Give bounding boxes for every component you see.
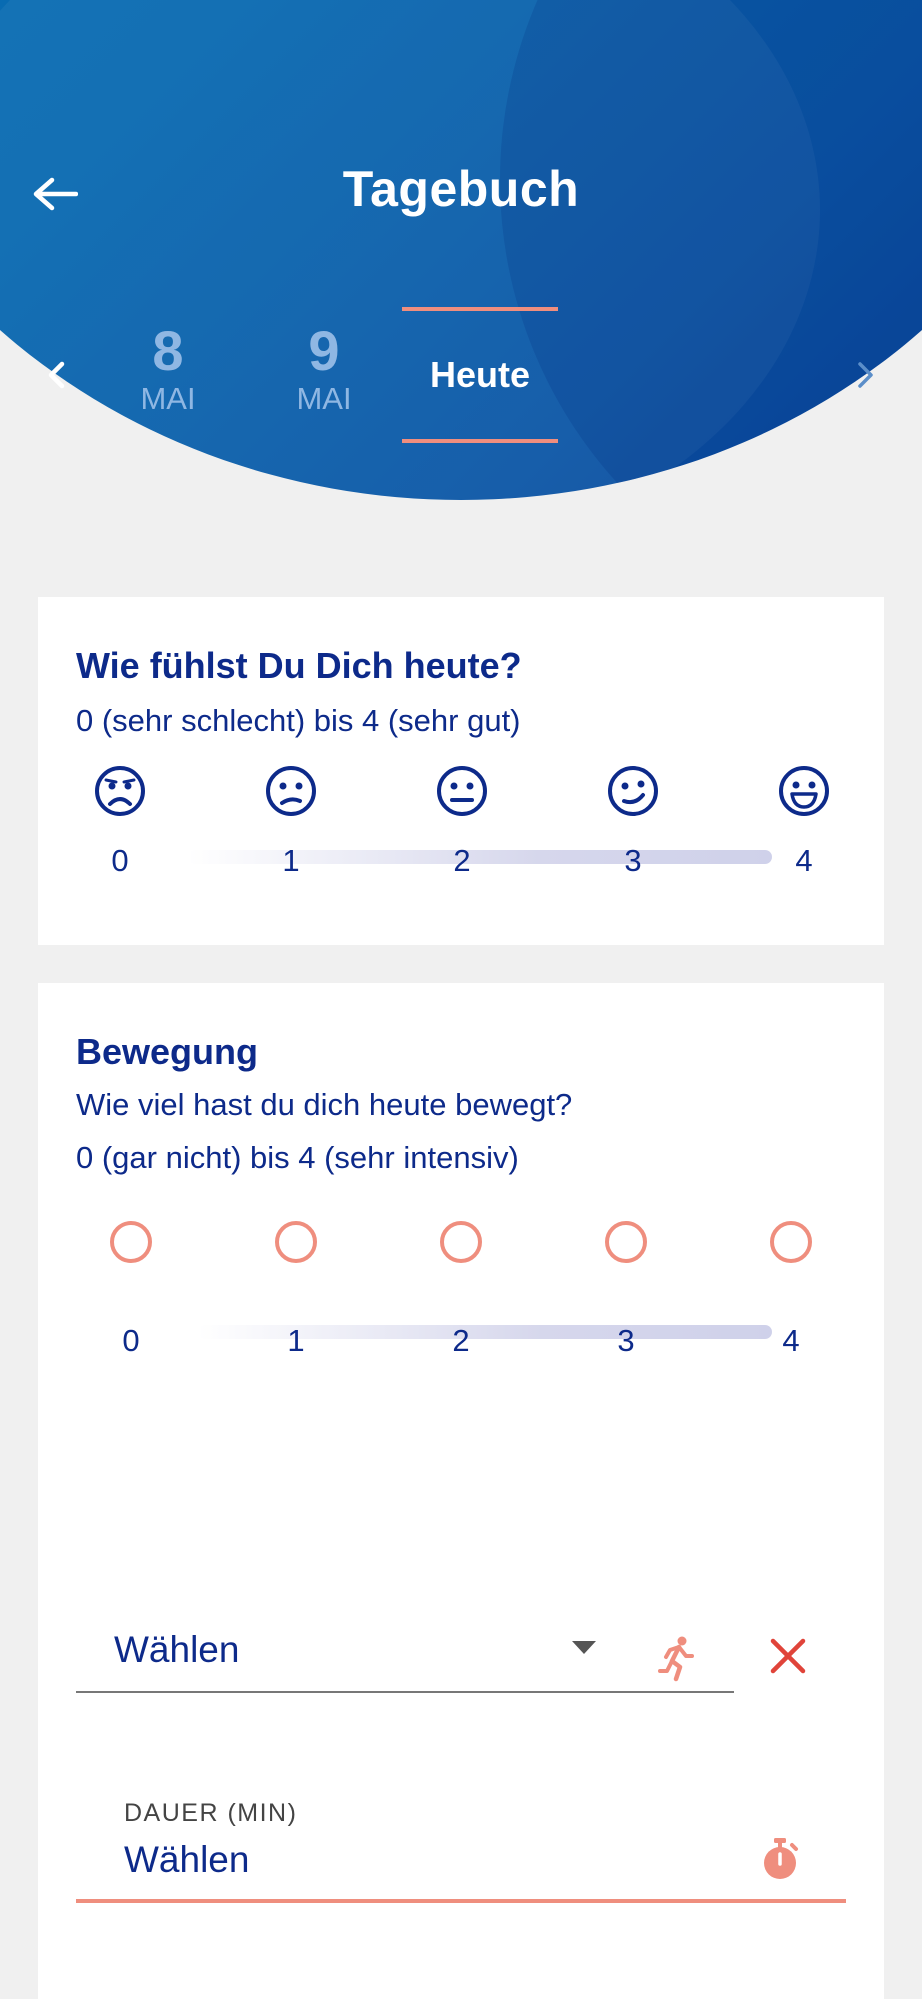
movement-scale-label: 2	[452, 1323, 470, 1358]
movement-card: Bewegung Wie viel hast du dich heute bew…	[38, 983, 884, 1999]
mood-option-4[interactable]	[764, 765, 844, 822]
movement-card-question: Wie viel hast du dich heute bewegt?	[76, 1087, 573, 1122]
mood-option-1[interactable]	[251, 765, 331, 822]
mood-scale-label: 0	[111, 843, 129, 878]
mood-option-0[interactable]	[80, 765, 160, 822]
mood-scale-label: 1	[282, 843, 300, 878]
mood-card: Wie fühlst Du Dich heute? 0 (sehr schlec…	[38, 597, 884, 945]
happy-face-icon	[779, 766, 829, 816]
movement-scale-label: 1	[287, 1323, 305, 1358]
movement-option-4[interactable]	[770, 1221, 812, 1263]
movement-scale-label: 3	[617, 1323, 635, 1358]
chevron-right-icon	[858, 362, 873, 388]
close-icon[interactable]	[766, 1634, 810, 1678]
movement-card-title: Bewegung	[76, 1031, 259, 1072]
movement-option-1[interactable]	[275, 1221, 317, 1263]
movement-scale-label: 0	[122, 1323, 140, 1358]
duration-field[interactable]: DAUER (MIN) Wählen	[76, 1773, 846, 1903]
activity-select[interactable]: Wählen	[76, 1603, 734, 1693]
duration-label: DAUER (MIN)	[124, 1799, 298, 1827]
previous-date-button[interactable]	[36, 353, 76, 397]
date-tab-9[interactable]: 9 MAI	[246, 320, 402, 416]
diary-screen: Tagebuch 8 MAI 9 MAI Heute Wie fühlst Du…	[0, 0, 922, 1999]
date-day: 8	[152, 319, 184, 382]
stopwatch-icon	[759, 1836, 801, 1882]
sad-face-icon	[266, 766, 316, 816]
movement-option-0[interactable]	[110, 1221, 152, 1263]
wink-face-icon	[608, 766, 658, 816]
mood-scale-label: 2	[453, 843, 471, 878]
mood-scale-label: 4	[795, 843, 813, 878]
date-day: 9	[308, 319, 340, 382]
mood-option-2[interactable]	[422, 765, 502, 822]
very-sad-face-icon	[95, 766, 145, 816]
activity-select-value: Wählen	[114, 1629, 240, 1670]
movement-option-2[interactable]	[440, 1221, 482, 1263]
next-date-button[interactable]	[846, 353, 886, 397]
movement-scale-label: 4	[782, 1323, 800, 1358]
running-person-icon	[655, 1634, 699, 1682]
page-title: Tagebuch	[342, 161, 580, 217]
mood-scale-label: 3	[624, 843, 642, 878]
date-tab-8[interactable]: 8 MAI	[90, 320, 246, 416]
mood-card-title: Wie fühlst Du Dich heute?	[76, 645, 522, 686]
date-month: MAI	[296, 381, 352, 416]
movement-option-3[interactable]	[605, 1221, 647, 1263]
mood-option-3[interactable]	[593, 765, 673, 822]
movement-card-subtitle: 0 (gar nicht) bis 4 (sehr intensiv)	[76, 1140, 519, 1175]
caret-down-icon	[572, 1641, 596, 1654]
date-tab-today[interactable]: Heute	[402, 307, 558, 443]
mood-card-subtitle: 0 (sehr schlecht) bis 4 (sehr gut)	[76, 703, 521, 738]
duration-value: Wählen	[124, 1839, 250, 1880]
chevron-left-icon	[48, 361, 65, 389]
neutral-face-icon	[437, 766, 487, 816]
today-label: Heute	[429, 354, 531, 395]
date-month: MAI	[140, 381, 196, 416]
